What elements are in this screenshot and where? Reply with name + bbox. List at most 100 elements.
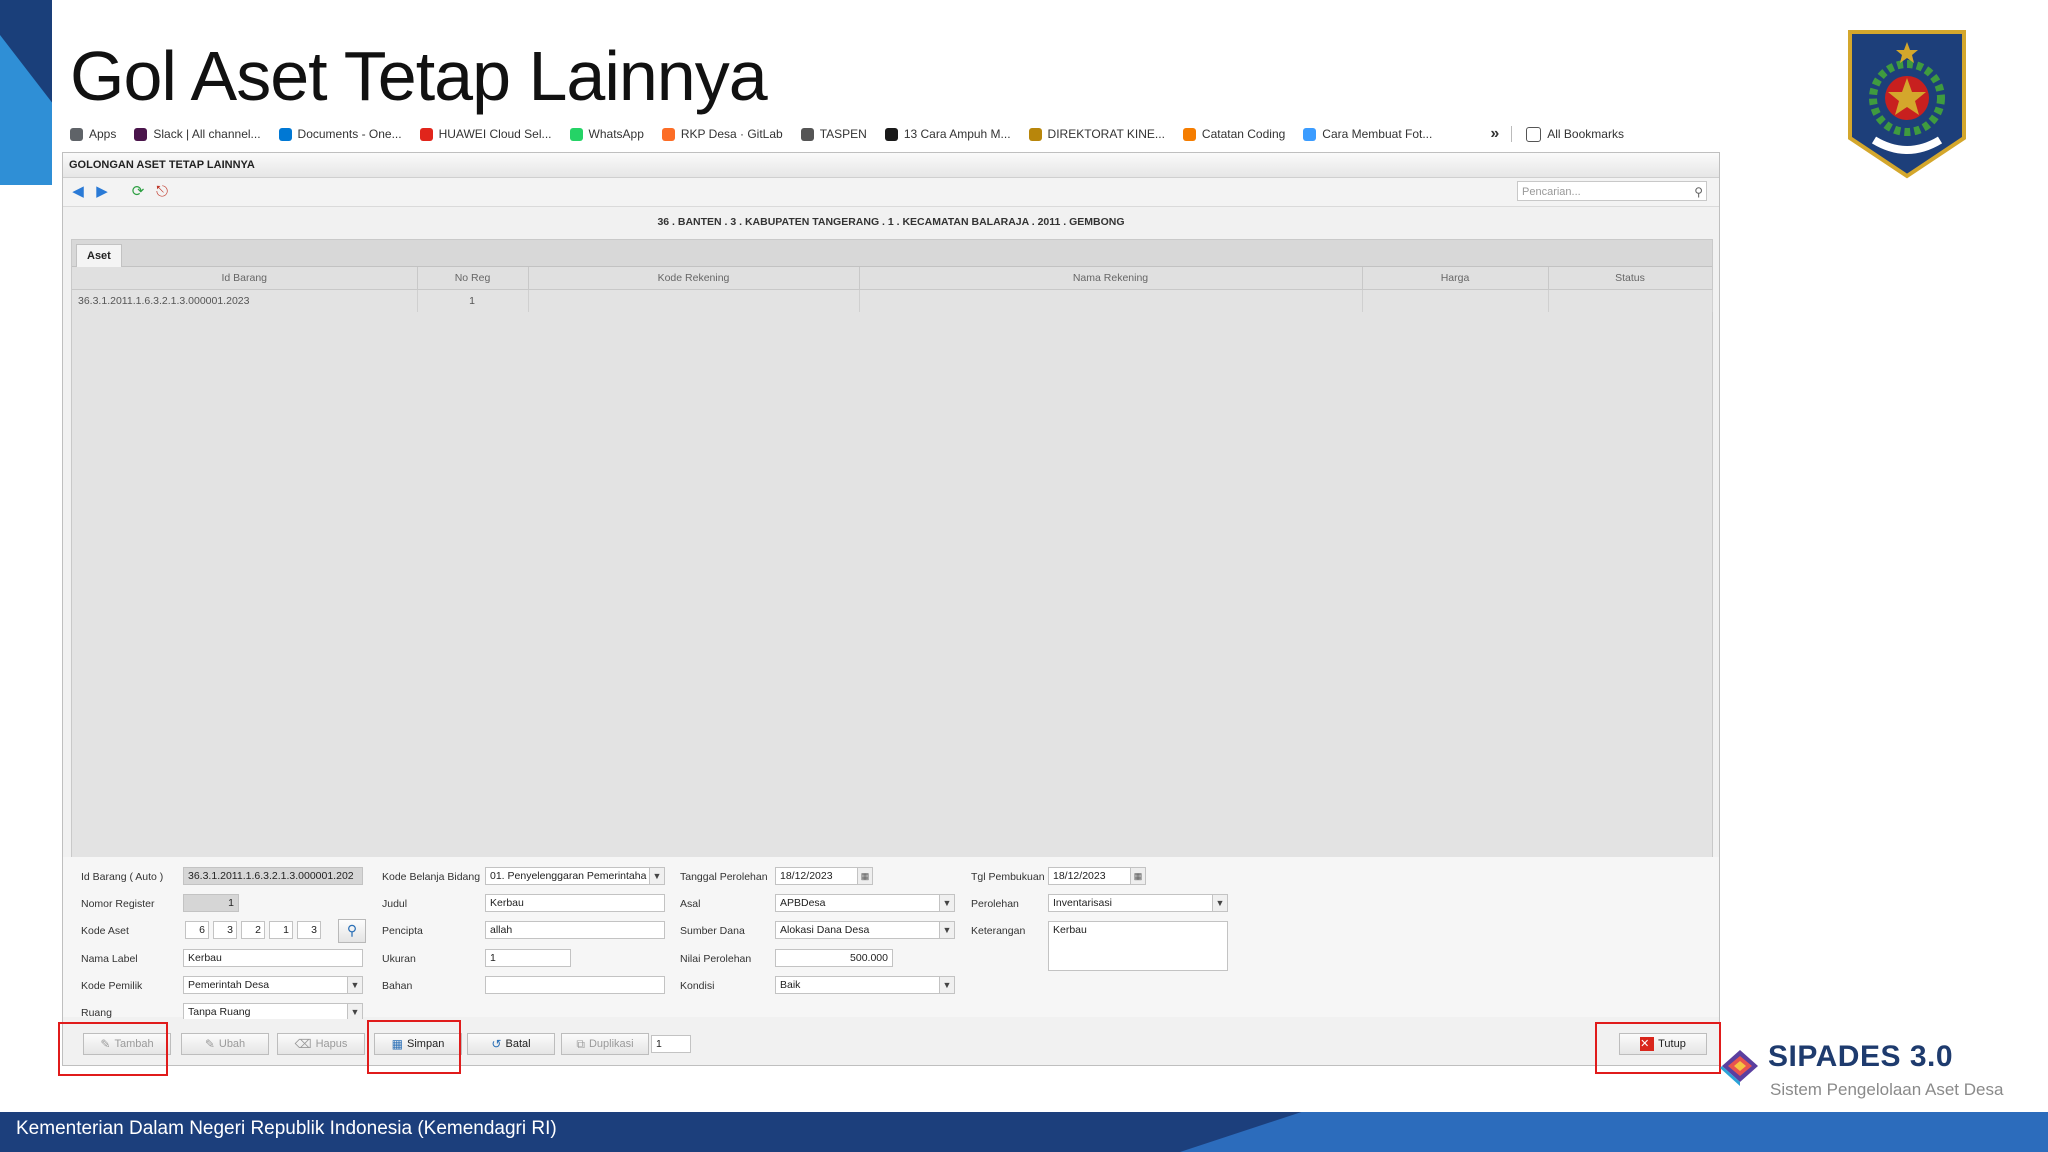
- tgl-pembukuan-label: Tgl Pembukuan: [971, 871, 1045, 883]
- bookmark-label: Cara Membuat Fot...: [1322, 127, 1433, 141]
- apps-grid-icon: [70, 127, 83, 141]
- lookup-search-button[interactable]: ⚲: [338, 919, 366, 943]
- exit-icon[interactable]: ⎋: [153, 184, 171, 200]
- table-row[interactable]: 36.3.1.2011.1.6.3.2.1.3.000001.2023 1: [72, 289, 1713, 312]
- kode-aset-1[interactable]: 6: [185, 921, 209, 939]
- ubah-button[interactable]: ✎ Ubah: [181, 1033, 269, 1055]
- asset-grid-panel: Aset Id Barang No Reg Kode Rekening Nama Re…: [71, 239, 1713, 859]
- refresh-icon[interactable]: ⟳: [129, 184, 147, 200]
- more-bookmarks-button[interactable]: »: [1490, 125, 1499, 143]
- action-button-bar: ✎ Tambah ✎ Ubah ⌫ Hapus ▦ Simpan ↺ Batal ⧉ Dup…: [63, 1019, 1719, 1065]
- nilai-perolehan-field[interactable]: 500.000: [775, 949, 893, 967]
- bookmark-item[interactable]: Documents - One...: [278, 127, 402, 141]
- kode-belanja-select[interactable]: 01. Penyelenggaran Pemerintaha ▼: [485, 867, 665, 885]
- column-header[interactable]: Nama Rekening: [859, 267, 1363, 290]
- column-header[interactable]: Status: [1548, 267, 1713, 290]
- calendar-icon[interactable]: ▦: [1130, 868, 1145, 884]
- chevron-down-icon[interactable]: ▼: [939, 895, 954, 911]
- batal-label: Batal: [505, 1038, 531, 1050]
- highlight-tutup: [1595, 1022, 1721, 1074]
- bookmark-item[interactable]: Slack | All channel...: [134, 127, 261, 141]
- chevron-down-icon[interactable]: ▼: [939, 977, 954, 993]
- garuda-icon: [1028, 127, 1042, 141]
- perolehan-select[interactable]: Inventarisasi ▼: [1048, 894, 1228, 912]
- chevron-down-icon[interactable]: ▼: [1212, 895, 1227, 911]
- all-bookmarks-button[interactable]: All Bookmarks: [1526, 126, 1624, 142]
- ukuran-label: Ukuran: [382, 953, 416, 965]
- ukuran-field[interactable]: 1: [485, 949, 571, 967]
- bookmark-item[interactable]: DIREKTORAT KINE...: [1028, 127, 1165, 141]
- search-icon[interactable]: ⚲: [1694, 182, 1703, 202]
- highlight-simpan: [367, 1020, 461, 1074]
- pencipta-field[interactable]: allah: [485, 921, 665, 939]
- table-cell: [1548, 289, 1713, 312]
- kode-aset-5[interactable]: 3: [297, 921, 321, 939]
- kode-aset-3[interactable]: 2: [241, 921, 265, 939]
- kondisi-select[interactable]: Baik ▼: [775, 976, 955, 994]
- hapus-button[interactable]: ⌫ Hapus: [277, 1033, 365, 1055]
- column-header[interactable]: No Reg: [417, 267, 529, 290]
- column-header[interactable]: Id Barang: [72, 267, 418, 290]
- chevron-down-icon[interactable]: ▼: [939, 922, 954, 938]
- footer-accent: [1180, 1112, 2048, 1152]
- kode-belanja-label: Kode Belanja Bidang: [382, 871, 481, 883]
- kode-aset-4[interactable]: 1: [269, 921, 293, 939]
- tgl-pembukuan-field[interactable]: 18/12/2023 ▦: [1048, 867, 1146, 885]
- kode-aset-label: Kode Aset: [81, 925, 129, 937]
- copy-icon: ⧉: [576, 1037, 585, 1051]
- bookmark-item[interactable]: HUAWEI Cloud Sel...: [419, 127, 552, 141]
- slack-icon: [134, 127, 148, 141]
- perolehan-label: Perolehan: [971, 898, 1019, 910]
- bookmark-label: DIREKTORAT KINE...: [1047, 127, 1165, 141]
- kondisi-value: Baik: [780, 979, 801, 991]
- bookmark-label: RKP Desa · GitLab: [680, 127, 783, 141]
- nomor-register-field: 1: [183, 894, 239, 912]
- calendar-icon[interactable]: ▦: [857, 868, 872, 884]
- sumber-dana-select[interactable]: Alokasi Dana Desa ▼: [775, 921, 955, 939]
- trash-icon: ⌫: [294, 1037, 312, 1051]
- kode-pemilik-select[interactable]: Pemerintah Desa ▼: [183, 976, 363, 994]
- duplikasi-button[interactable]: ⧉ Duplikasi: [561, 1033, 649, 1055]
- whatsapp-icon: [569, 127, 583, 141]
- kode-pemilik-label: Kode Pemilik: [81, 980, 143, 992]
- column-header[interactable]: Kode Rekening: [528, 267, 860, 290]
- back-arrow-icon[interactable]: ◀: [69, 184, 87, 200]
- kode-aset-2[interactable]: 3: [213, 921, 237, 939]
- onedrive-icon: [278, 127, 292, 141]
- forward-arrow-icon[interactable]: ▶: [93, 184, 111, 200]
- batal-button[interactable]: ↺ Batal: [467, 1033, 555, 1055]
- bookmark-label: 13 Cara Ampuh M...: [903, 127, 1011, 141]
- site-icon: [884, 127, 898, 141]
- keterangan-label: Keterangan: [971, 925, 1026, 937]
- column-header[interactable]: Harga: [1362, 267, 1549, 290]
- bookmark-item[interactable]: Catatan Coding: [1182, 127, 1285, 141]
- keterangan-textarea[interactable]: Kerbau: [1048, 921, 1228, 971]
- table-cell: [859, 289, 1363, 312]
- bookmark-item[interactable]: Apps: [70, 127, 116, 141]
- huawei-icon: [419, 127, 433, 141]
- search-input[interactable]: Pencarian... ⚲: [1517, 181, 1707, 201]
- bookmark-item[interactable]: TASPEN: [800, 127, 867, 141]
- nama-label-field[interactable]: Kerbau: [183, 949, 363, 967]
- bahan-label: Bahan: [382, 980, 413, 992]
- sipades-logo-icon: [1720, 1050, 1758, 1086]
- tanggal-perolehan-field[interactable]: 18/12/2023 ▦: [775, 867, 873, 885]
- table-cell: 1: [417, 289, 529, 312]
- asal-value: APBDesa: [780, 897, 826, 909]
- duplikasi-count-field[interactable]: 1: [651, 1035, 691, 1053]
- bookmark-item[interactable]: Cara Membuat Fot...: [1303, 127, 1432, 141]
- chevron-down-icon[interactable]: ▼: [649, 868, 664, 884]
- asset-table: Id Barang No Reg Kode Rekening Nama Rekenin…: [72, 267, 1713, 312]
- chevron-down-icon[interactable]: ▼: [347, 1004, 362, 1020]
- tab-aset[interactable]: Aset: [76, 244, 122, 267]
- chevron-down-icon[interactable]: ▼: [347, 977, 362, 993]
- judul-field[interactable]: Kerbau: [485, 894, 665, 912]
- bahan-field[interactable]: [485, 976, 665, 994]
- bookmark-item[interactable]: 13 Cara Ampuh M...: [884, 127, 1011, 141]
- bookmark-item[interactable]: WhatsApp: [569, 127, 644, 141]
- asal-select[interactable]: APBDesa ▼: [775, 894, 955, 912]
- sipades-tagline: Sistem Pengelolaan Aset Desa: [1770, 1080, 2004, 1099]
- tanggal-perolehan-value: 18/12/2023: [780, 870, 833, 882]
- highlight-tambah: [58, 1022, 168, 1076]
- bookmark-item[interactable]: RKP Desa · GitLab: [661, 127, 783, 141]
